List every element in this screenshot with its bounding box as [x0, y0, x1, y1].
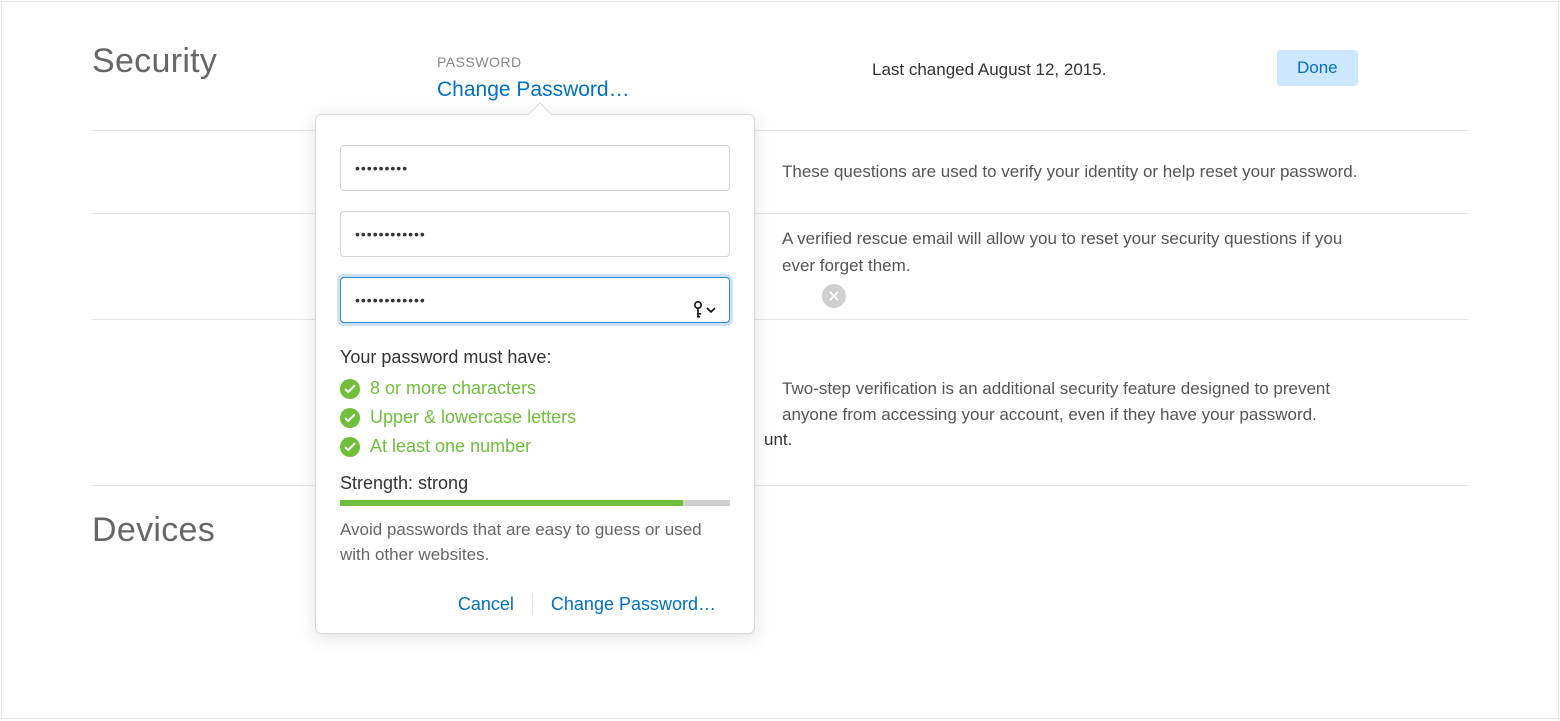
change-password-link[interactable]: Change Password… — [437, 78, 630, 102]
clear-input-icon[interactable] — [822, 284, 846, 308]
current-password-input[interactable] — [340, 145, 730, 191]
security-header-row: Security PASSWORD Change Password… Last … — [92, 42, 1468, 102]
checkmark-icon — [340, 437, 360, 457]
password-strength-fill — [340, 500, 683, 506]
checkmark-icon — [340, 379, 360, 399]
password-rule-text: At least one number — [370, 436, 531, 457]
password-rule: At least one number — [340, 436, 730, 457]
two-step-info: Two-step verification is an additional s… — [782, 376, 1368, 429]
password-field-label: PASSWORD — [437, 54, 872, 70]
done-button[interactable]: Done — [1277, 50, 1358, 86]
password-rule-text: 8 or more characters — [370, 378, 536, 399]
password-hint-text: Avoid passwords that are easy to guess o… — [340, 518, 730, 567]
checkmark-icon — [340, 408, 360, 428]
devices-heading: Devices — [92, 511, 1468, 550]
security-heading: Security — [92, 42, 437, 81]
password-strength-label: Strength: strong — [340, 473, 730, 494]
rescue-email-info: A verified rescue email will allow you t… — [782, 226, 1368, 279]
confirm-password-input[interactable] — [340, 277, 730, 323]
change-password-button[interactable]: Change Password… — [533, 594, 734, 615]
password-rule: 8 or more characters — [340, 378, 730, 399]
account-settings-page: Security PASSWORD Change Password… Last … — [1, 1, 1559, 719]
password-rules-title: Your password must have: — [340, 347, 730, 368]
obscured-text-fragment: unt. — [764, 430, 792, 450]
last-changed-text: Last changed August 12, 2015. — [872, 42, 1277, 80]
cancel-button[interactable]: Cancel — [440, 594, 532, 615]
password-rule: Upper & lowercase letters — [340, 407, 730, 428]
password-strength-bar — [340, 500, 730, 506]
password-rule-text: Upper & lowercase letters — [370, 407, 576, 428]
change-password-popover: Your password must have: 8 or more chara… — [315, 114, 755, 634]
security-questions-info: These questions are used to verify your … — [782, 159, 1368, 185]
new-password-input[interactable] — [340, 211, 730, 257]
